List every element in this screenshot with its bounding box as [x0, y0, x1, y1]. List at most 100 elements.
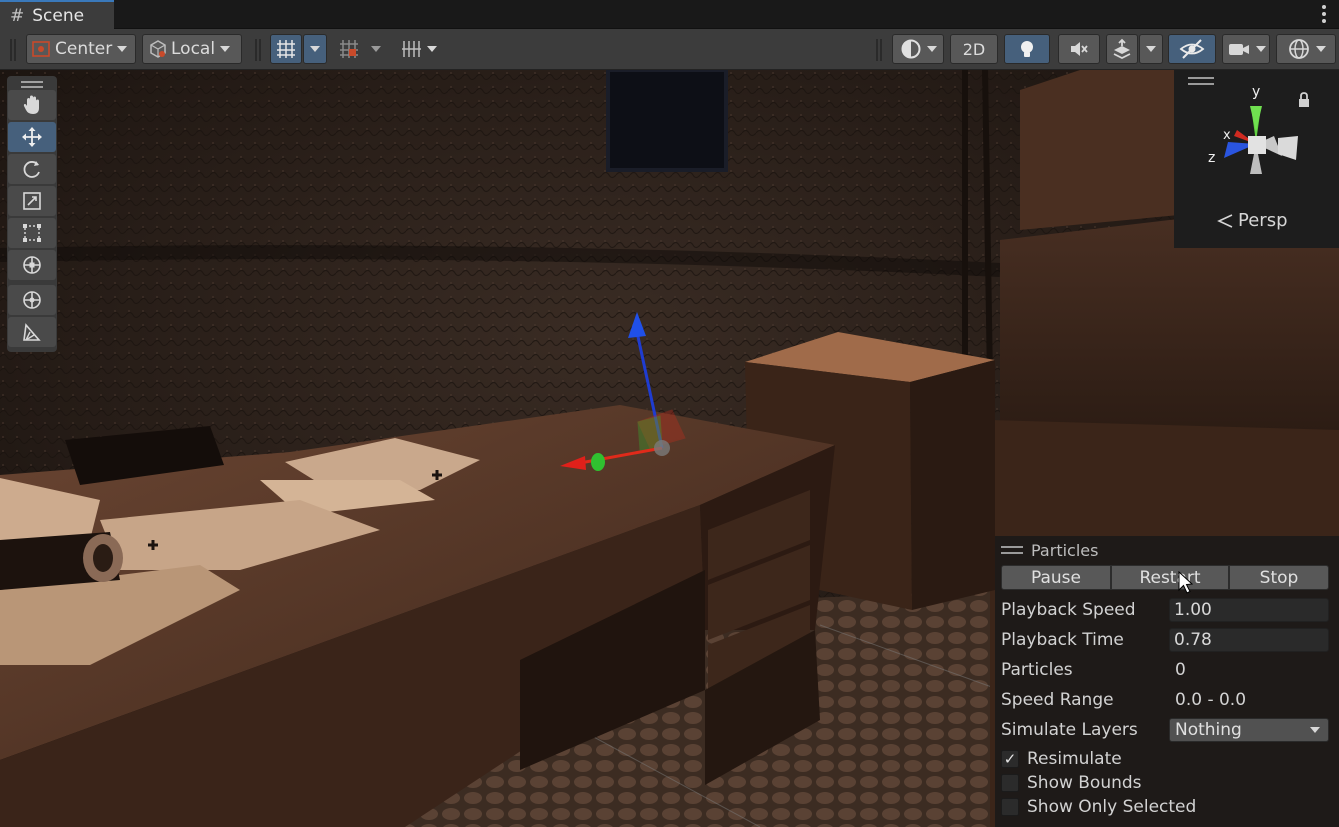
rotate-tool-button[interactable]: [8, 154, 56, 184]
scene-visibility-toggle[interactable]: [1168, 34, 1216, 64]
scene-toolbar: Center Local 2D: [0, 29, 1339, 70]
tab-scene[interactable]: # Scene: [0, 0, 114, 29]
pivot-mode-dropdown[interactable]: Center: [26, 34, 136, 64]
increment-snap-toggle[interactable]: [333, 34, 365, 64]
increment-snap-dropdown[interactable]: [365, 34, 387, 64]
camera-icon: [1228, 44, 1249, 55]
playback-time-row: Playback Time 0.78: [1001, 628, 1331, 652]
pivot-space-label: Local: [171, 39, 216, 59]
particle-count-row: Particles 0: [1001, 658, 1331, 682]
local-space-icon: [150, 40, 166, 58]
projection-toggle[interactable]: Persp: [1216, 210, 1288, 231]
simulate-layers-row: Simulate Layers Nothing: [1001, 718, 1331, 742]
hand-icon: [23, 95, 39, 114]
show-only-selected-checkbox-row[interactable]: Show Only Selected: [1001, 796, 1196, 818]
tab-scene-label: Scene: [32, 5, 85, 26]
scene-hash-icon: #: [10, 5, 25, 26]
playback-speed-field[interactable]: 1.00: [1169, 598, 1329, 622]
chevron-down-icon: [1310, 727, 1320, 733]
grid-snap-icon: [277, 40, 295, 58]
pivot-center-icon: [32, 41, 50, 57]
axis-z-label: z: [1208, 150, 1215, 166]
particles-overlay: Particles Pause Restart Stop Playback Sp…: [995, 536, 1339, 827]
axis-x-label: x: [1223, 128, 1231, 143]
simulate-layers-value: Nothing: [1175, 720, 1242, 740]
show-bounds-label: Show Bounds: [1027, 773, 1142, 793]
effects-toggle[interactable]: [1106, 34, 1138, 64]
rect-tool-button[interactable]: [8, 218, 56, 248]
grid-snap-toggle[interactable]: [270, 34, 302, 64]
stop-label: Stop: [1259, 567, 1299, 588]
perspective-icon: [1217, 213, 1233, 228]
playback-speed-row: Playback Speed 1.00: [1001, 598, 1331, 622]
lighting-toggle[interactable]: [1004, 34, 1050, 64]
transform-tool-button[interactable]: [8, 250, 56, 280]
rect-transform-icon: [23, 224, 41, 242]
grid-snap-dropdown[interactable]: [303, 34, 327, 64]
restart-button[interactable]: Restart: [1111, 565, 1229, 590]
custom-tool-button[interactable]: [8, 285, 56, 315]
shaded-sphere-icon: [901, 39, 920, 59]
scene-camera-dropdown[interactable]: [1222, 34, 1270, 64]
transform-icon: [23, 256, 41, 274]
pause-button[interactable]: Pause: [1001, 565, 1111, 590]
orientation-gizmo-panel: y x z Persp: [1174, 70, 1339, 248]
axis-y-label: y: [1252, 84, 1260, 100]
move-tool-button[interactable]: [8, 122, 56, 152]
align-snap-dropdown[interactable]: [392, 34, 444, 64]
pause-label: Pause: [1031, 567, 1081, 588]
particle-tool-button[interactable]: [8, 317, 56, 347]
playback-speed-label: Playback Speed: [1001, 600, 1136, 620]
particle-emitter-icon: [23, 323, 41, 341]
scale-icon: [23, 192, 41, 210]
mouse-cursor-icon: [1178, 570, 1194, 594]
speed-range-label: Speed Range: [1001, 690, 1114, 710]
toggle-2d-label: 2D: [962, 39, 986, 59]
custom-transform-icon: [23, 291, 41, 309]
tab-bar: # Scene: [0, 0, 1339, 29]
particles-title: Particles: [1031, 540, 1099, 560]
pivot-mode-label: Center: [55, 39, 113, 59]
show-bounds-checkbox[interactable]: [1001, 774, 1019, 792]
projection-label: Persp: [1238, 210, 1288, 231]
playback-speed-value: 1.00: [1174, 600, 1212, 620]
playback-time-value: 0.78: [1174, 630, 1212, 650]
scene-orientation-gizmo[interactable]: y x z: [1202, 84, 1312, 194]
hand-tool-button[interactable]: [8, 90, 56, 120]
toggle-2d-button[interactable]: 2D: [950, 34, 998, 64]
gizmos-globe-icon: [1288, 39, 1309, 59]
speed-range-row: Speed Range 0.0 - 0.0: [1001, 688, 1331, 712]
check-icon: ✓: [1003, 750, 1017, 768]
resimulate-checkbox[interactable]: ✓: [1001, 750, 1019, 768]
gizmos-dropdown[interactable]: [1276, 34, 1336, 64]
pivot-space-dropdown[interactable]: Local: [142, 34, 242, 64]
particles-header[interactable]: Particles: [1001, 540, 1098, 560]
scale-tool-button[interactable]: [8, 186, 56, 216]
more-options-icon[interactable]: [1321, 4, 1327, 24]
hidden-eye-icon: [1179, 39, 1205, 59]
rotate-icon: [23, 161, 40, 178]
stop-button[interactable]: Stop: [1229, 565, 1329, 590]
simulate-layers-label: Simulate Layers: [1001, 720, 1138, 740]
simulate-layers-dropdown[interactable]: Nothing: [1169, 718, 1329, 742]
resimulate-checkbox-row[interactable]: ✓ Resimulate: [1001, 748, 1122, 770]
show-only-selected-checkbox[interactable]: [1001, 798, 1019, 816]
particle-count-value: 0: [1175, 660, 1186, 680]
show-bounds-checkbox-row[interactable]: Show Bounds: [1001, 772, 1142, 794]
audio-toggle[interactable]: [1058, 34, 1100, 64]
toolbar-grip: [10, 39, 16, 61]
toolbar-grip: [876, 39, 882, 61]
speed-range-value: 0.0 - 0.0: [1175, 690, 1247, 710]
effects-layers-icon: [1113, 38, 1131, 60]
effects-dropdown[interactable]: [1139, 34, 1163, 64]
playback-buttons: Pause Restart Stop: [1001, 565, 1329, 590]
audio-muted-icon: [1071, 42, 1088, 56]
increment-snap-icon: [340, 40, 358, 58]
playback-time-field[interactable]: 0.78: [1169, 628, 1329, 652]
toolbar-grip: [255, 39, 261, 61]
align-snap-icon: [401, 41, 421, 57]
draw-mode-dropdown[interactable]: [892, 34, 944, 64]
overlay-grip: [1001, 546, 1023, 554]
move-arrows-icon: [22, 127, 42, 147]
palette-grip[interactable]: [8, 78, 56, 90]
